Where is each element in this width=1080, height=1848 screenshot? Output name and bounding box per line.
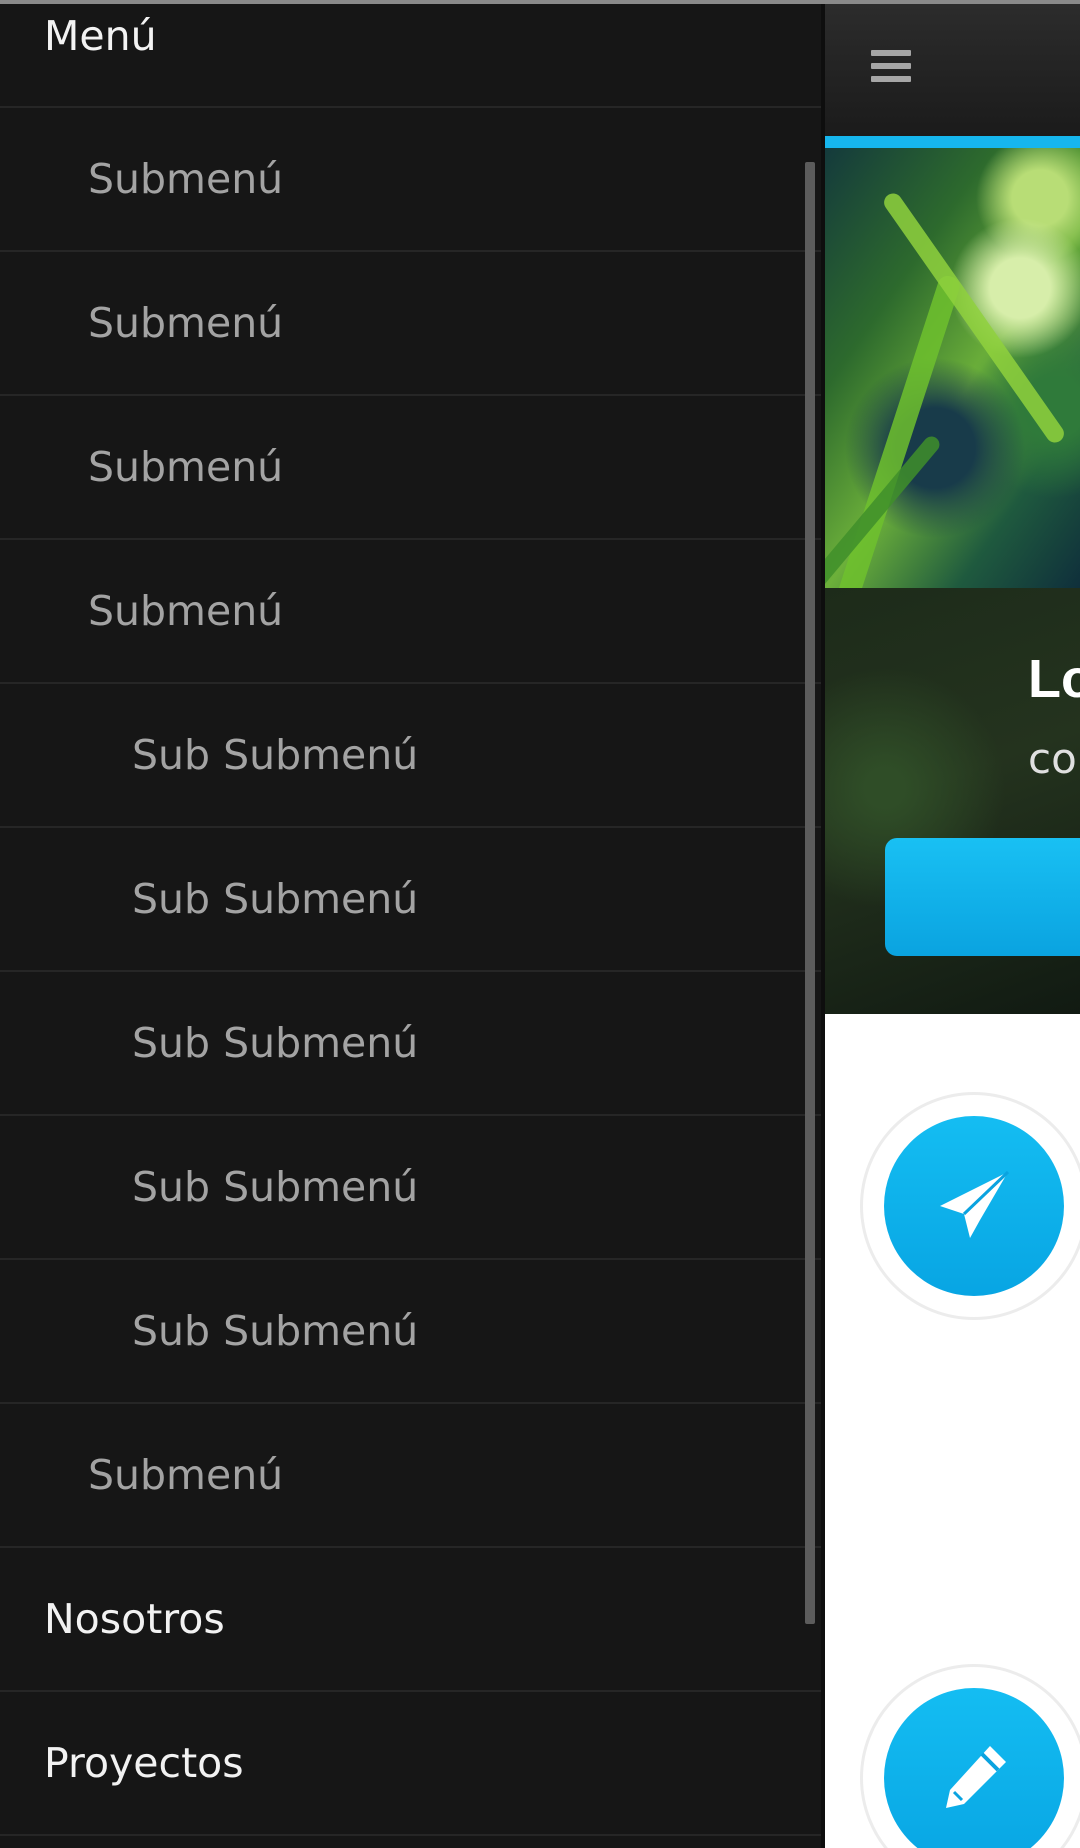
feature-icon-background xyxy=(884,1116,1064,1296)
menu-item-label: Submenú xyxy=(88,587,284,635)
menu-item-label: Sub Submenú xyxy=(132,731,419,779)
menu-item-label: Proyectos xyxy=(44,1739,244,1787)
accent-bar xyxy=(825,136,1080,148)
top-app-bar xyxy=(825,4,1080,136)
feature-icon-background xyxy=(884,1688,1064,1848)
menu-item-submenu[interactable]: Submenú xyxy=(0,108,825,252)
hero-image xyxy=(825,148,1080,643)
menu-item-label: Submenú xyxy=(88,1451,284,1499)
menu-item-label: Menú xyxy=(44,12,157,60)
pencil-icon xyxy=(946,1746,1006,1808)
menu-item-label: Sub Submenú xyxy=(132,1019,419,1067)
main-content: Lo co xyxy=(825,4,1080,1848)
menu-item-proyectos[interactable]: Proyectos xyxy=(0,1692,825,1836)
menu-item-menu[interactable]: Menú xyxy=(0,4,825,108)
hero-title: Lo xyxy=(1028,649,1080,709)
drawer-scrollbar[interactable] xyxy=(805,162,815,1624)
hero-subtitle: co xyxy=(1028,734,1077,783)
top-border xyxy=(0,0,1080,4)
hero-banner: Lo co xyxy=(825,588,1080,1014)
menu-item-label: Submenú xyxy=(88,299,284,347)
menu-item-sub-submenu[interactable]: Sub Submenú xyxy=(0,1116,825,1260)
menu-item-sub-submenu[interactable]: Sub Submenú xyxy=(0,684,825,828)
menu-item-label: Submenú xyxy=(88,443,284,491)
menu-item-submenu[interactable]: Submenú xyxy=(0,252,825,396)
menu-item-nosotros[interactable]: Nosotros xyxy=(0,1548,825,1692)
menu-item-label: Submenú xyxy=(88,155,284,203)
menu-item-label: Sub Submenú xyxy=(132,1307,419,1355)
hero-cta-button[interactable] xyxy=(885,838,1080,956)
menu-item-label: Nosotros xyxy=(44,1595,225,1643)
menu-item-sub-submenu[interactable]: Sub Submenú xyxy=(0,828,825,972)
menu-item-label: Sub Submenú xyxy=(132,1163,419,1211)
menu-item-submenu[interactable]: Submenú xyxy=(0,396,825,540)
feature-circle[interactable] xyxy=(860,1664,1080,1848)
menu-item-submenu[interactable]: Submenú xyxy=(0,1404,825,1548)
paper-plane-icon xyxy=(940,1170,1010,1238)
menu-item-sub-submenu[interactable]: Sub Submenú xyxy=(0,972,825,1116)
navigation-drawer: Menú Submenú Submenú Submenú Submenú Sub… xyxy=(0,4,825,1848)
feature-circle[interactable] xyxy=(860,1092,1080,1320)
menu-item-sub-submenu[interactable]: Sub Submenú xyxy=(0,1260,825,1404)
hamburger-icon[interactable] xyxy=(871,50,911,82)
menu-item-label: Sub Submenú xyxy=(132,875,419,923)
menu-item-submenu[interactable]: Submenú xyxy=(0,540,825,684)
